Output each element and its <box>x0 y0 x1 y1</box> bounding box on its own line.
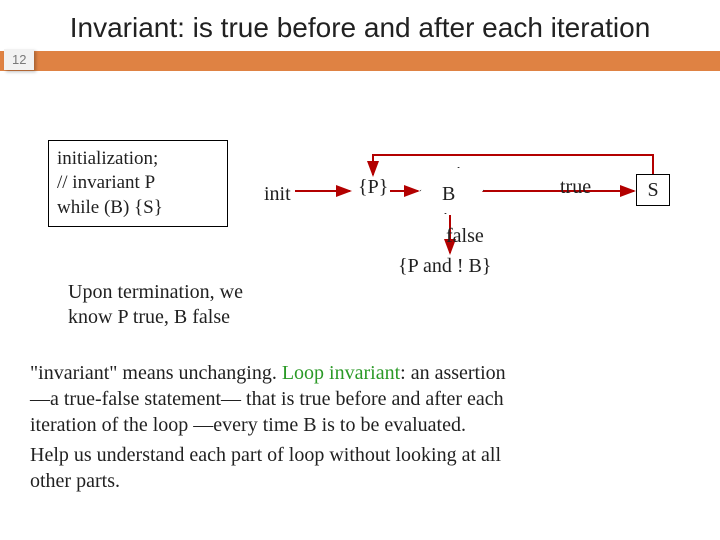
code-line-1: initialization; <box>57 147 219 171</box>
true-edge-label: true <box>560 176 591 199</box>
page-number-badge: 12 <box>4 49 34 70</box>
page-bar: 12 <box>0 51 720 71</box>
def-line4: Help us understand each part of loop wit… <box>30 442 690 468</box>
init-label: init <box>264 183 291 206</box>
def-line2: —a true-false statement— that is true be… <box>30 386 690 412</box>
loop-invariant-term: Loop invariant <box>282 362 400 384</box>
b-condition-label: B <box>442 183 455 206</box>
termination-note-line1: Upon termination, we <box>68 280 243 305</box>
p-assertion-label: {P} <box>358 176 388 199</box>
termination-note: Upon termination, we know P true, B fals… <box>68 280 243 330</box>
def-l1a: "invariant" means unchanging. <box>30 362 282 384</box>
code-box: initialization; // invariant P while (B)… <box>48 140 228 227</box>
false-edge-label: false <box>446 225 484 248</box>
slide-title: Invariant: is true before and after each… <box>0 0 720 51</box>
code-line-2: // invariant P <box>57 171 219 195</box>
p-and-not-b-label: {P and ! B} <box>398 255 491 278</box>
termination-note-line2: know P true, B false <box>68 305 243 330</box>
def-line3: iteration of the loop —every time B is t… <box>30 412 690 438</box>
flowchart: init {P} B true false S {P and ! B} <box>250 145 710 275</box>
def-line1: "invariant" means unchanging. Loop invar… <box>30 360 690 386</box>
def-l1c: : an assertion <box>400 362 506 384</box>
definition-paragraph: "invariant" means unchanging. Loop invar… <box>30 360 690 494</box>
code-line-3: while (B) {S} <box>57 196 219 220</box>
def-line5: other parts. <box>30 468 690 494</box>
s-body-box: S <box>636 174 670 206</box>
